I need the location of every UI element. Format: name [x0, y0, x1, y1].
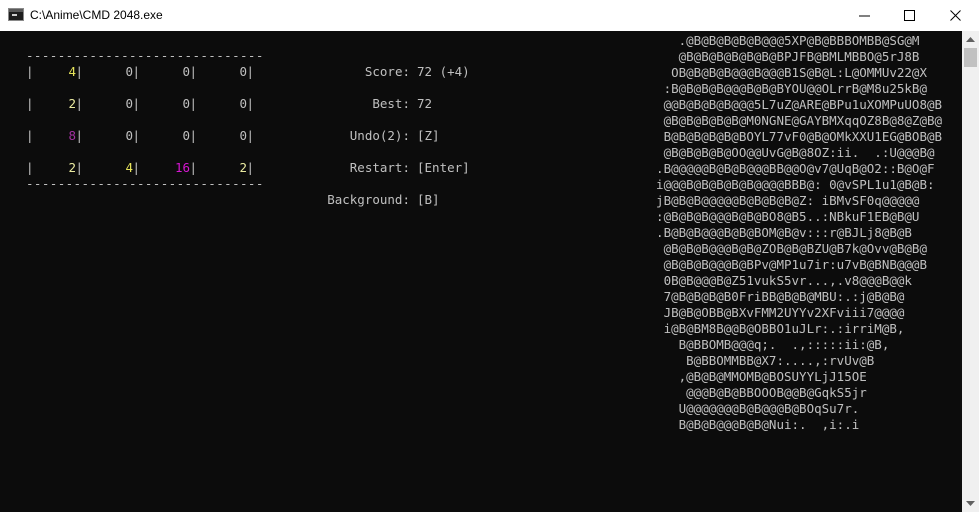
close-button[interactable] [933, 0, 979, 31]
cell-separator: | [189, 64, 197, 79]
board-bottom-border: ------------------------------ [26, 176, 264, 191]
ascii-art-line: B@BBOMMBB@X7:....,:rvUv@B [641, 353, 875, 368]
vertical-scrollbar[interactable] [962, 31, 979, 512]
scroll-up-arrow-icon [966, 37, 975, 42]
ascii-art-line: @B@B@B@@@B@BPv@MP1u7ir:u7vB@BNB@@@B [641, 257, 927, 272]
ascii-art-line: JB@B@OBB@BXvFMM2UYYv2XFviii7@@@@ [641, 305, 905, 320]
console-area[interactable]: ------------------------------ | 4 | 0 | 0… [0, 31, 962, 512]
scroll-down-button[interactable] [962, 495, 979, 512]
ascii-art-line: i@B@BM8B@@B@OBBO1uJLr:.:irriM@B, [641, 321, 905, 336]
undo-line: Undo(2): [Z] [320, 128, 440, 144]
ascii-art-line: .B@@@@@B@B@B@@@BB@@O@v7@UqB@O2::B@O@F [641, 161, 935, 176]
best-line: Best: 72 [320, 96, 432, 112]
title-bar[interactable]: C:\Anime\CMD 2048.exe [0, 0, 979, 32]
cell-separator: | [246, 128, 254, 143]
ascii-art-line: 0B@B@@@B@Z51vukS5vr...,.v8@@@B@@k [641, 273, 912, 288]
ascii-art-line: i@@@B@B@B@B@B@@@@BBB@: 0@vSPL1u1@B@B: [641, 177, 935, 192]
ascii-art-line: .B@B@B@@@B@B@BOM@B@v:::r@BJLj8@B@B [641, 225, 912, 240]
score-value: 72 (+4) [417, 64, 470, 79]
ascii-art-line: @B@B@B@B@OO@@UvG@B@8OZ:ii. .:U@@@B@ [641, 145, 935, 160]
cell-separator: | [132, 64, 140, 79]
score-line: Score: 72 (+4) [320, 64, 470, 80]
maximize-icon [904, 10, 915, 21]
ascii-art-background: .@B@B@B@B@B@@@5XP@B@BBBOMBB@SG@M @B@B@B@… [641, 33, 942, 433]
tile: 16 [174, 160, 190, 175]
cell-separator: | [189, 128, 197, 143]
ascii-art-line: @B@B@B@@@B@B@ZOB@B@BZU@B7k@Ovv@B@B@ [641, 241, 927, 256]
ascii-art-line: B@B@B@B@B@BOYL77vF0@B@OMkXXU1EG@BOB@B [641, 129, 943, 144]
cell-separator: | [246, 64, 254, 79]
scroll-up-button[interactable] [962, 31, 979, 48]
ascii-art-line: :@B@B@B@@@B@B@BO8@B5..:NBkuF1EB@B@U [641, 209, 920, 224]
cell-separator: | [246, 160, 254, 175]
ascii-art-line: @B@B@B@B@B@M0NGNE@GAYBMXqqOZ8B@8@Z@B@ [641, 113, 943, 128]
cell-separator: | [132, 128, 140, 143]
best-label: Best: [372, 96, 410, 111]
cell-separator: | [132, 160, 140, 175]
best-value: 72 [417, 96, 433, 111]
maximize-button[interactable] [887, 0, 933, 31]
scrollbar-thumb[interactable] [964, 48, 977, 67]
ascii-art-line: OB@B@B@B@@@B@@@B1S@B@L:L@OMMUv22@X [641, 65, 927, 80]
ascii-art-line: B@BBOMB@@@q;. .,:::::ii:@B, [641, 337, 890, 352]
window-title: C:\Anime\CMD 2048.exe [30, 8, 163, 22]
background-key[interactable]: [B] [417, 192, 440, 207]
score-label: Score: [364, 64, 410, 79]
cell-separator: | [75, 160, 83, 175]
background-label: Background: [327, 192, 410, 207]
ascii-art-line: @B@B@B@B@B@B@BPJFB@BMLMBBO@5rJ8B [641, 49, 920, 64]
ascii-art-line: B@B@B@@@B@B@Nui:. ,i:.i [641, 417, 860, 432]
restart-label: Restart: [349, 160, 410, 175]
cell-separator: | [132, 96, 140, 111]
ascii-art-line: 7@B@B@B@B0FriBB@B@B@MBU:.:j@B@B@ [641, 289, 905, 304]
ascii-art-line: @@@B@B@BBOOOB@@B@GqkS5jr [641, 385, 867, 400]
restart-line: Restart: [Enter] [320, 160, 470, 176]
cell-separator: | [75, 128, 83, 143]
undo-label: Undo(2): [349, 128, 410, 143]
background-line: Background: [B] [320, 192, 439, 208]
ascii-art-line: U@@@@@@@B@B@@@B@BOqSu7r. [641, 401, 860, 416]
cell-separator: | [75, 96, 83, 111]
ascii-art-line: .@B@B@B@B@B@@@5XP@B@BBBOMBB@SG@M [641, 33, 920, 48]
cell-separator: | [246, 96, 254, 111]
board-top-border: ------------------------------ [26, 48, 264, 63]
cell-separator: | [189, 96, 197, 111]
ascii-art-line: jB@B@B@@@@@B@B@B@B@Z: iBMvSF0q@@@@@ [641, 193, 920, 208]
close-icon [950, 10, 961, 21]
scroll-down-arrow-icon [966, 501, 975, 506]
console-app-icon [8, 8, 24, 21]
cell-separator: | [189, 160, 197, 175]
cell-separator: | [75, 64, 83, 79]
ascii-art-line: @@B@B@B@B@@@5L7uZ@ARE@BPu1uXOMPuUO8@B [641, 97, 943, 112]
minimize-button[interactable] [842, 0, 888, 31]
ascii-art-line: ,@B@B@MMOMB@BOSUYYLjJ15OE [641, 369, 867, 384]
minimize-icon [859, 15, 870, 17]
undo-key[interactable]: [Z] [417, 128, 440, 143]
ascii-art-line: :B@B@B@B@@@B@B@BYOU@@OLrrB@M8u25kB@ [641, 81, 927, 96]
restart-key[interactable]: [Enter] [417, 160, 470, 175]
